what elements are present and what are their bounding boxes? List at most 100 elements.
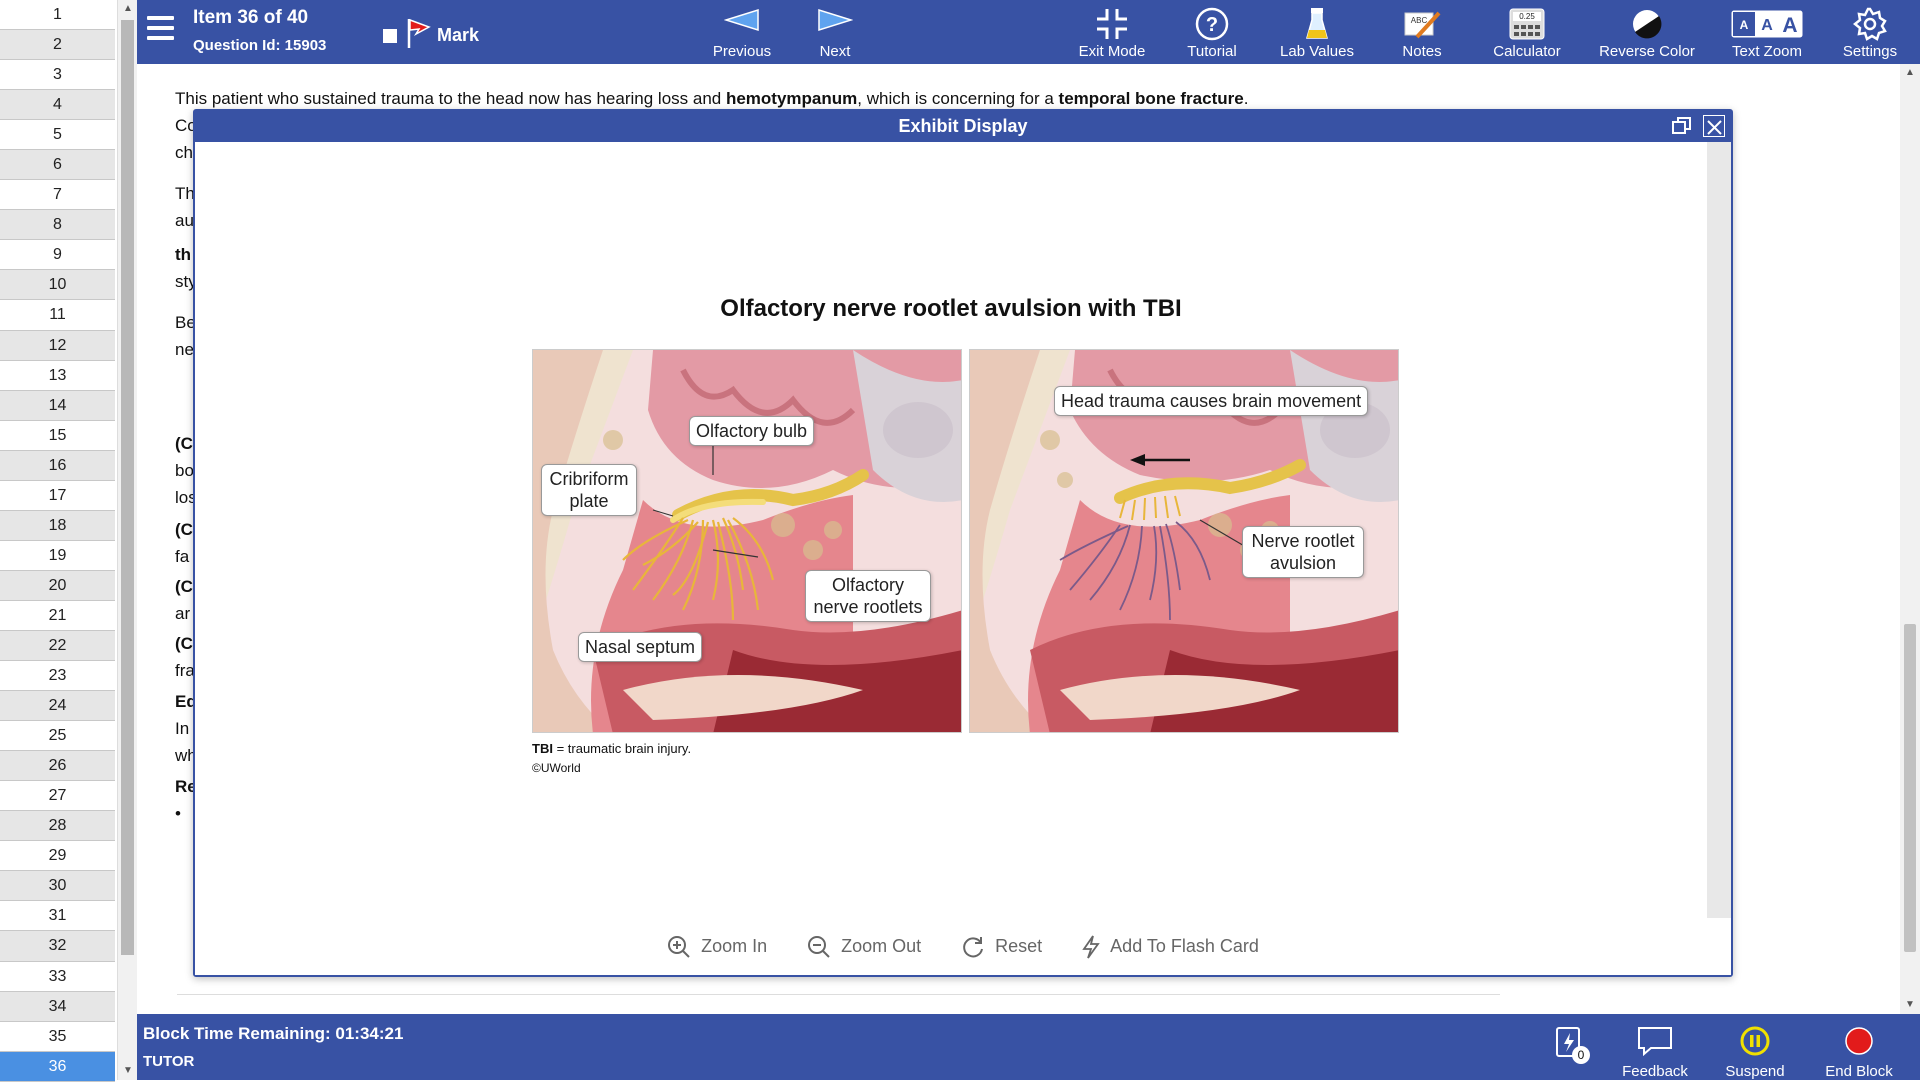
- obscured-text-fragment: Th: [175, 184, 195, 203]
- notes-button[interactable]: ABC Notes: [1387, 5, 1457, 60]
- item-number-28[interactable]: 28: [0, 811, 115, 842]
- item-number-17[interactable]: 17: [0, 481, 115, 511]
- next-button[interactable]: Next: [790, 8, 880, 60]
- item-number-24[interactable]: 24: [0, 691, 115, 722]
- previous-arrow-icon: [723, 8, 760, 36]
- item-number-3[interactable]: 3: [0, 60, 115, 91]
- item-number-22[interactable]: 22: [0, 630, 115, 662]
- obscured-text-fragment: ne: [175, 340, 194, 359]
- item-number-18[interactable]: 18: [0, 510, 115, 541]
- mark-toggle[interactable]: Mark: [383, 17, 479, 54]
- item-number-20[interactable]: 20: [0, 570, 115, 601]
- help-circle-icon: ?: [1177, 5, 1247, 43]
- reverse-color-button[interactable]: Reverse Color: [1577, 5, 1717, 60]
- exit-mode-button[interactable]: Exit Mode: [1072, 5, 1152, 60]
- item-number-4[interactable]: 4: [0, 90, 115, 121]
- item-number-12[interactable]: 12: [0, 330, 115, 361]
- obscured-text-fragment: (C: [175, 520, 193, 539]
- item-number-21[interactable]: 21: [0, 601, 115, 631]
- obscured-text-fragment: (C: [175, 634, 193, 653]
- lightning-icon: [1082, 934, 1100, 959]
- mark-checkbox[interactable]: [383, 28, 397, 43]
- svg-text:A: A: [1782, 14, 1797, 37]
- item-number-29[interactable]: 29: [0, 841, 115, 872]
- gear-icon: [1830, 5, 1910, 43]
- content-scroll-thumb[interactable]: [1904, 624, 1916, 952]
- item-number-7[interactable]: 7: [0, 180, 115, 211]
- obscured-text-fragment: In: [175, 719, 190, 738]
- mark-label: Mark: [437, 25, 480, 45]
- item-number-16[interactable]: 16: [0, 450, 115, 481]
- feedback-button[interactable]: Feedback: [1615, 1026, 1695, 1080]
- item-number-26[interactable]: 26: [0, 751, 115, 782]
- previous-button[interactable]: Previous: [697, 8, 787, 60]
- zoom-out-label: Zoom Out: [841, 936, 922, 956]
- label-nerve-rootlet-avulsion: Nerve rootlet avulsion: [1242, 526, 1364, 578]
- item-number-11[interactable]: 11: [0, 300, 115, 331]
- notes-label: Notes: [1402, 43, 1442, 60]
- notepad-icon: ABC: [1387, 5, 1457, 43]
- item-number-33[interactable]: 33: [0, 962, 115, 992]
- item-number-6[interactable]: 6: [0, 150, 115, 181]
- intro-bold-temporal-bone-fracture: temporal bone fracture: [1058, 89, 1244, 108]
- item-number-27[interactable]: 27: [0, 781, 115, 812]
- item-number-9[interactable]: 9: [0, 240, 115, 271]
- item-info: Item 36 of 40 Question Id: 15903: [193, 7, 326, 54]
- reset-icon: [963, 936, 984, 957]
- exit-mode-label: Exit Mode: [1078, 43, 1146, 60]
- question-id: Question Id: 15903: [193, 37, 327, 54]
- item-number-14[interactable]: 14: [0, 390, 115, 421]
- exhibit-scrollbar[interactable]: [1707, 142, 1731, 918]
- nasal-anatomy-illustration: [533, 350, 961, 732]
- item-list-scrollbar[interactable]: ▲ ▼: [117, 0, 137, 1080]
- scroll-down-arrow-icon[interactable]: ▼: [118, 1062, 138, 1080]
- item-number-15[interactable]: 15: [0, 421, 115, 451]
- item-list-scroll-thumb[interactable]: [121, 20, 134, 955]
- chat-bubble-icon: [1637, 1027, 1673, 1060]
- close-icon[interactable]: [1703, 115, 1725, 137]
- next-arrow-icon: [817, 8, 854, 36]
- intro-bold-hemotympanum: hemotympanum: [725, 89, 858, 108]
- item-number-32[interactable]: 32: [0, 931, 115, 962]
- scroll-up-arrow-icon[interactable]: ▲: [118, 0, 138, 18]
- item-number-19[interactable]: 19: [0, 541, 115, 571]
- item-number-35[interactable]: 35: [0, 1022, 115, 1052]
- obscured-text-fragment: th: [175, 245, 192, 264]
- zoom-out-button[interactable]: Zoom Out: [807, 935, 921, 959]
- calculator-button[interactable]: 0.25 Calculator: [1477, 5, 1577, 60]
- top-toolbar: Item 36 of 40 Question Id: 15903 Mark Pr…: [137, 0, 1920, 64]
- content-scroll-down-icon[interactable]: ▼: [1900, 996, 1920, 1014]
- suspend-label: Suspend: [1725, 1063, 1785, 1080]
- add-to-flash-card-button[interactable]: Add To Flash Card: [1082, 934, 1259, 959]
- item-number-34[interactable]: 34: [0, 991, 115, 1022]
- label-cribriform-plate: Cribriform plate: [541, 464, 637, 516]
- item-number-30[interactable]: 30: [0, 871, 115, 902]
- flashcard-counter-button[interactable]: 0: [1545, 1026, 1595, 1067]
- reset-button[interactable]: Reset: [961, 935, 1042, 959]
- lab-values-button[interactable]: Lab Values: [1267, 5, 1367, 60]
- text-zoom-button[interactable]: AAA Text Zoom: [1717, 5, 1817, 60]
- item-number-25[interactable]: 25: [0, 721, 115, 752]
- item-number-1[interactable]: 1: [0, 0, 115, 31]
- restore-window-button[interactable]: [1671, 115, 1693, 137]
- zoom-in-button[interactable]: Zoom In: [667, 935, 767, 959]
- item-number-5[interactable]: 5: [0, 120, 115, 151]
- anatomy-panel-tbi: Head trauma causes brain movement Nerve …: [969, 349, 1399, 733]
- figure-copyright: ©UWorld: [532, 761, 581, 775]
- settings-button[interactable]: Settings: [1830, 5, 1910, 60]
- item-number-2[interactable]: 2: [0, 30, 115, 61]
- exhibit-title: Exhibit Display: [898, 116, 1028, 136]
- content-scrollbar[interactable]: ▲ ▼: [1900, 64, 1920, 1014]
- tutorial-button[interactable]: ? Tutorial: [1177, 5, 1247, 60]
- content-scroll-up-icon[interactable]: ▲: [1900, 64, 1920, 82]
- item-number-13[interactable]: 13: [0, 361, 115, 391]
- item-number-31[interactable]: 31: [0, 901, 115, 932]
- menu-button[interactable]: [147, 16, 177, 46]
- item-number-8[interactable]: 8: [0, 210, 115, 241]
- item-number-36[interactable]: 36: [0, 1051, 115, 1082]
- suspend-button[interactable]: Suspend: [1715, 1026, 1795, 1080]
- item-number-10[interactable]: 10: [0, 270, 115, 301]
- end-block-button[interactable]: End Block: [1814, 1026, 1904, 1080]
- item-number-23[interactable]: 23: [0, 661, 115, 692]
- label-olfactory-nerve-rootlets: Olfactory nerve rootlets: [805, 570, 931, 622]
